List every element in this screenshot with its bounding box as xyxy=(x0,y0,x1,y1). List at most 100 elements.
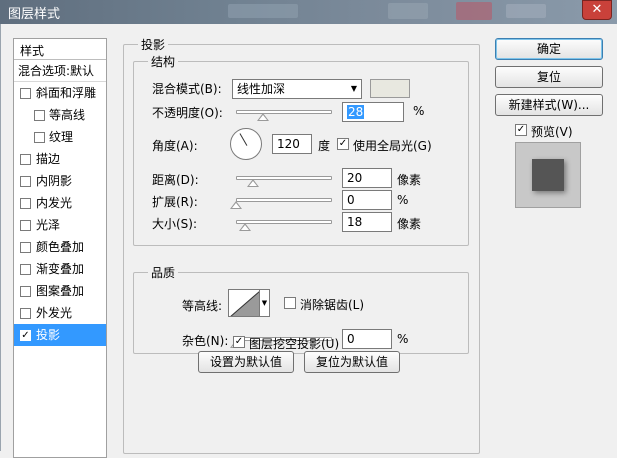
opacity-slider-thumb[interactable] xyxy=(256,113,269,121)
noise-input[interactable]: 0 xyxy=(342,329,392,349)
opacity-value: 28 xyxy=(347,105,365,119)
distance-value: 20 xyxy=(347,171,363,185)
angle-dial[interactable] xyxy=(230,128,262,160)
style-list-item-label: 纹理 xyxy=(49,130,74,144)
style-list-item[interactable]: 斜面和浮雕 xyxy=(14,82,106,104)
checkmark-icon: ✓ xyxy=(234,336,244,347)
blend-mode-select[interactable]: 线性加深 ▼ xyxy=(232,79,362,99)
style-checkbox[interactable] xyxy=(20,176,31,187)
style-list-item-label: 外发光 xyxy=(36,306,73,320)
quality-title: 品质 xyxy=(148,264,179,281)
distance-input[interactable]: 20 xyxy=(342,168,392,188)
spread-slider[interactable] xyxy=(236,198,332,202)
preview-label[interactable]: 预览(V) xyxy=(531,123,573,140)
global-light-checkbox[interactable]: ✓ xyxy=(337,138,349,150)
style-list-item[interactable]: 光泽 xyxy=(14,214,106,236)
angle-value: 120 xyxy=(277,137,300,151)
opacity-input[interactable]: 28 xyxy=(342,102,404,122)
style-list-item[interactable]: 颜色叠加 xyxy=(14,236,106,258)
angle-label: 角度(A): xyxy=(152,139,198,153)
angle-unit: 度 xyxy=(318,139,331,153)
antialias-label[interactable]: 消除锯齿(L) xyxy=(300,296,364,313)
set-default-button[interactable]: 设置为默认值 xyxy=(198,351,294,373)
style-list-item[interactable]: 渐变叠加 xyxy=(14,258,106,280)
antialias-checkbox[interactable] xyxy=(284,297,296,309)
contour-curve-icon xyxy=(230,291,259,316)
title-bar: 图层样式 ✕ xyxy=(0,0,617,24)
noise-label: 杂色(N): xyxy=(182,334,229,348)
checkmark-icon: ✓ xyxy=(338,138,348,149)
style-list-item[interactable]: 内发光 xyxy=(14,192,106,214)
blend-mode-value: 线性加深 xyxy=(237,82,286,96)
style-list-item-label: 斜面和浮雕 xyxy=(36,86,97,100)
style-checkbox[interactable] xyxy=(20,154,31,165)
style-list-item[interactable]: 描边 xyxy=(14,148,106,170)
size-slider-thumb[interactable] xyxy=(239,223,251,231)
knockout-label[interactable]: 图层挖空投影(U) xyxy=(249,335,339,352)
style-checkbox[interactable] xyxy=(20,220,31,231)
distance-unit: 像素 xyxy=(397,173,422,187)
style-list-item[interactable]: 纹理 xyxy=(14,126,106,148)
drop-shadow-title: 投影 xyxy=(138,36,169,53)
new-style-button[interactable]: 新建样式(W)... xyxy=(495,94,603,116)
close-icon: ✕ xyxy=(591,2,603,17)
window-title: 图层样式 xyxy=(8,7,61,22)
style-list-header[interactable]: 样式 xyxy=(14,39,106,60)
background-blur xyxy=(456,2,492,20)
style-checkbox[interactable] xyxy=(34,132,45,143)
opacity-unit: % xyxy=(413,104,425,118)
size-value: 18 xyxy=(347,215,363,229)
style-list-item-label: 内阴影 xyxy=(36,174,73,188)
drop-shadow-group: 投影 结构 混合模式(B): 线性加深 ▼ 不透明度(O): 28 % 角度(A… xyxy=(123,36,480,454)
preview-thumbnail xyxy=(515,142,581,208)
background-blur xyxy=(228,4,298,18)
style-list-item[interactable]: 图案叠加 xyxy=(14,280,106,302)
style-list-item-label: 投影 xyxy=(36,328,61,342)
background-blur xyxy=(388,3,428,19)
style-list-items: 混合选项:默认斜面和浮雕等高线纹理描边内阴影内发光光泽颜色叠加渐变叠加 图案叠加外… xyxy=(14,60,106,346)
global-light-label[interactable]: 使用全局光(G) xyxy=(353,137,432,154)
spread-slider-thumb[interactable] xyxy=(230,201,242,209)
style-checkbox[interactable] xyxy=(20,88,31,99)
opacity-slider[interactable] xyxy=(236,110,332,114)
style-list-item-label: 颜色叠加 xyxy=(36,240,85,254)
style-list-item-label: 混合选项:默认 xyxy=(18,64,95,78)
style-checkbox[interactable] xyxy=(20,242,31,253)
spread-unit: % xyxy=(397,193,409,207)
chevron-down-icon: ▼ xyxy=(261,299,268,307)
style-list-item[interactable]: 混合选项:默认 xyxy=(14,60,106,82)
preview-square xyxy=(532,159,564,191)
preview-checkbox[interactable]: ✓ xyxy=(515,124,527,136)
opacity-label: 不透明度(O): xyxy=(152,106,223,120)
style-checkbox[interactable]: ✓ xyxy=(20,330,31,341)
style-list-item[interactable]: 外发光 xyxy=(14,302,106,324)
contour-dropdown[interactable]: ▼ xyxy=(260,289,270,317)
distance-slider-thumb[interactable] xyxy=(247,179,259,187)
shadow-color-swatch[interactable] xyxy=(370,79,410,98)
style-list-item[interactable]: 内阴影 xyxy=(14,170,106,192)
knockout-checkbox[interactable]: ✓ xyxy=(233,336,245,348)
style-checkbox[interactable] xyxy=(20,198,31,209)
style-list-item[interactable]: 等高线 xyxy=(14,104,106,126)
chevron-down-icon: ▼ xyxy=(350,84,357,93)
style-list-item-label: 描边 xyxy=(36,152,61,166)
noise-value: 0 xyxy=(347,332,355,346)
ok-button[interactable]: 确定 xyxy=(495,38,603,60)
reset-default-button[interactable]: 复位为默认值 xyxy=(304,351,400,373)
structure-title: 结构 xyxy=(148,53,179,70)
style-list-item[interactable]: ✓ 投影 xyxy=(14,324,106,346)
style-checkbox[interactable] xyxy=(34,110,45,121)
style-checkbox[interactable] xyxy=(20,308,31,319)
size-label: 大小(S): xyxy=(152,217,198,231)
style-list-item-label: 光泽 xyxy=(36,218,61,232)
size-input[interactable]: 18 xyxy=(342,212,392,232)
angle-input[interactable]: 120 xyxy=(272,134,312,154)
close-button[interactable]: ✕ xyxy=(582,0,612,20)
noise-unit: % xyxy=(397,332,409,346)
spread-input[interactable]: 0 xyxy=(342,190,392,210)
blend-mode-label: 混合模式(B): xyxy=(152,82,222,96)
style-checkbox[interactable] xyxy=(20,264,31,275)
style-checkbox[interactable] xyxy=(20,286,31,297)
contour-picker[interactable] xyxy=(228,289,260,317)
reset-button[interactable]: 复位 xyxy=(495,66,603,88)
